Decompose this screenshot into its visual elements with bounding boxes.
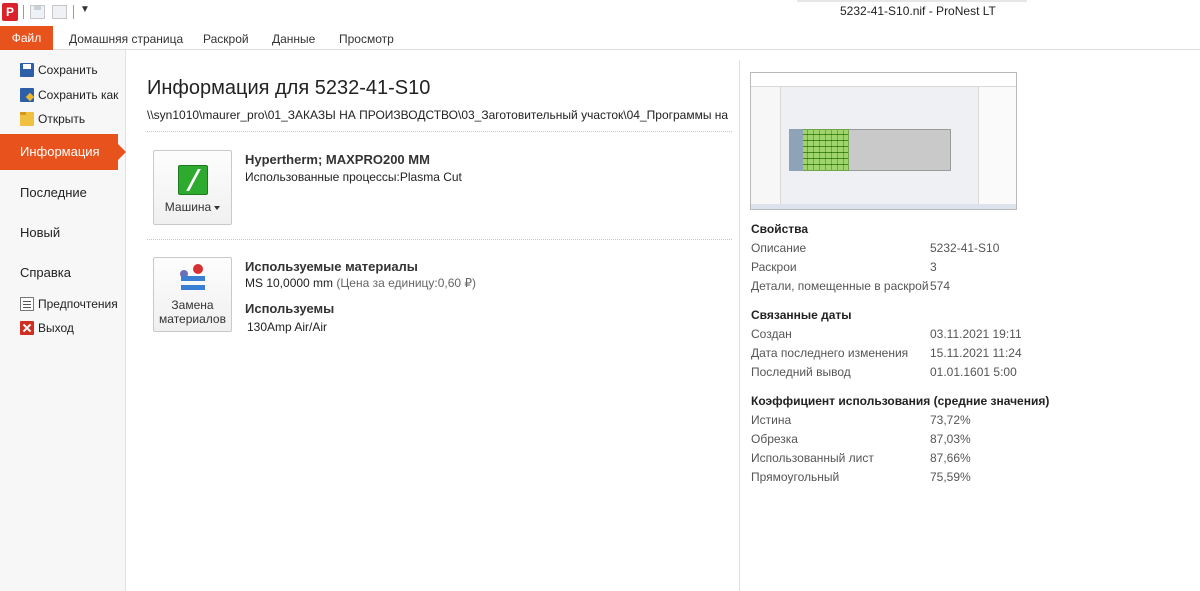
utilization-key: Использованный лист — [751, 451, 874, 465]
dates-heading: Связанные даты — [751, 308, 852, 322]
tab-home[interactable]: Домашняя страница — [69, 32, 183, 46]
tab-file[interactable]: Файл — [0, 26, 53, 50]
nav-preferences[interactable]: Предпочтения — [20, 294, 118, 314]
process-entry: 130Amp Air/Air — [247, 320, 328, 334]
material-entry: MS 10,0000 mm (Цена за единицу:0,60 ₽) — [245, 276, 477, 290]
change-materials-label-2: материалов — [159, 312, 226, 326]
title-accent-line — [797, 0, 1027, 2]
nav-save-as[interactable]: Сохранить как — [20, 85, 118, 105]
nav-open-label: Открыть — [38, 112, 86, 126]
nav-save-as-label: Сохранить как — [38, 88, 119, 102]
machine-button-label: Машина — [154, 200, 231, 214]
page-title: Информация для 5232-41-S10 — [147, 77, 431, 99]
date-value: 03.11.2021 19:11 — [930, 327, 1022, 341]
file-path: \\syn1010\maurer_pro\01_ЗАКАЗЫ НА ПРОИЗВ… — [147, 108, 732, 122]
change-materials-button[interactable]: Замена материалов — [153, 257, 232, 332]
nav-recent[interactable]: Последние — [20, 185, 87, 200]
property-key: Детали, помещенные в раскрой — [751, 279, 929, 293]
nav-exit-label: Выход — [38, 321, 74, 335]
save-as-icon[interactable] — [52, 5, 67, 19]
nav-open[interactable]: Открыть — [20, 109, 85, 129]
panel-divider — [739, 60, 740, 591]
save-as-icon — [20, 88, 34, 102]
utilization-key: Прямоугольный — [751, 470, 840, 484]
utilization-value: 87,66% — [930, 451, 971, 465]
date-key: Создан — [751, 327, 792, 341]
materials-heading: Используемые материалы — [245, 259, 418, 274]
exit-icon — [20, 321, 34, 335]
nav-save-label: Сохранить — [38, 63, 98, 77]
nav-info[interactable]: Информация — [0, 134, 126, 170]
processes-heading: Используемы — [245, 301, 335, 316]
utilization-value: 73,72% — [930, 413, 971, 427]
property-value: 3 — [930, 260, 937, 274]
quick-access-separator — [73, 5, 74, 19]
utilization-value: 87,03% — [930, 432, 971, 446]
preferences-icon — [20, 297, 34, 311]
utilization-value: 75,59% — [930, 470, 971, 484]
app-logo-icon[interactable]: P — [2, 3, 18, 21]
property-key: Описание — [751, 241, 807, 255]
utilization-heading: Коэффициент использования (средние значе… — [751, 394, 1050, 408]
tab-nest[interactable]: Раскрой — [203, 32, 249, 46]
property-value: 5232-41-S10 — [930, 241, 1000, 255]
customize-dropdown-icon[interactable]: ▼ — [80, 4, 90, 15]
machine-button[interactable]: Машина — [153, 150, 232, 225]
properties-heading: Свойства — [751, 222, 809, 236]
divider — [147, 239, 732, 240]
window-title: 5232-41-S10.nif - ProNest LT — [840, 4, 996, 18]
machine-processes: Использованные процессы:Plasma Cut — [245, 170, 462, 184]
date-key: Дата последнего изменения — [751, 346, 909, 360]
machine-icon — [178, 165, 208, 195]
ribbon-tabs: Файл Домашняя страница Раскрой Данные Пр… — [0, 26, 1200, 50]
nav-preferences-label: Предпочтения — [38, 297, 118, 311]
save-icon — [20, 63, 34, 77]
date-value: 15.11.2021 11:24 — [930, 346, 1022, 360]
property-key: Раскрои — [751, 260, 797, 274]
backstage-nav: Сохранить Сохранить как Открыть Информац… — [0, 50, 126, 591]
nav-exit[interactable]: Выход — [20, 318, 74, 338]
tab-data[interactable]: Данные — [272, 32, 315, 46]
utilization-key: Истина — [751, 413, 792, 427]
save-icon[interactable] — [30, 5, 45, 19]
nav-save[interactable]: Сохранить — [20, 60, 98, 80]
nest-preview-thumbnail — [750, 72, 1017, 210]
nav-help[interactable]: Справка — [20, 265, 71, 280]
chevron-down-icon — [214, 205, 221, 210]
nav-new[interactable]: Новый — [20, 225, 60, 240]
tab-view[interactable]: Просмотр — [339, 32, 394, 46]
property-value: 574 — [930, 279, 951, 293]
utilization-key: Обрезка — [751, 432, 798, 446]
quick-access-separator — [23, 5, 24, 19]
divider — [147, 131, 732, 132]
date-value: 01.01.1601 5:00 — [930, 365, 1017, 379]
date-key: Последний вывод — [751, 365, 851, 379]
title-bar: P ▼ 5232-41-S10.nif - ProNest LT — [0, 0, 1200, 26]
change-materials-label-1: Замена — [171, 298, 214, 312]
folder-open-icon — [20, 112, 34, 126]
swap-materials-icon — [178, 264, 208, 294]
machine-name: Hypertherm; MAXPRO200 MM — [245, 152, 430, 167]
